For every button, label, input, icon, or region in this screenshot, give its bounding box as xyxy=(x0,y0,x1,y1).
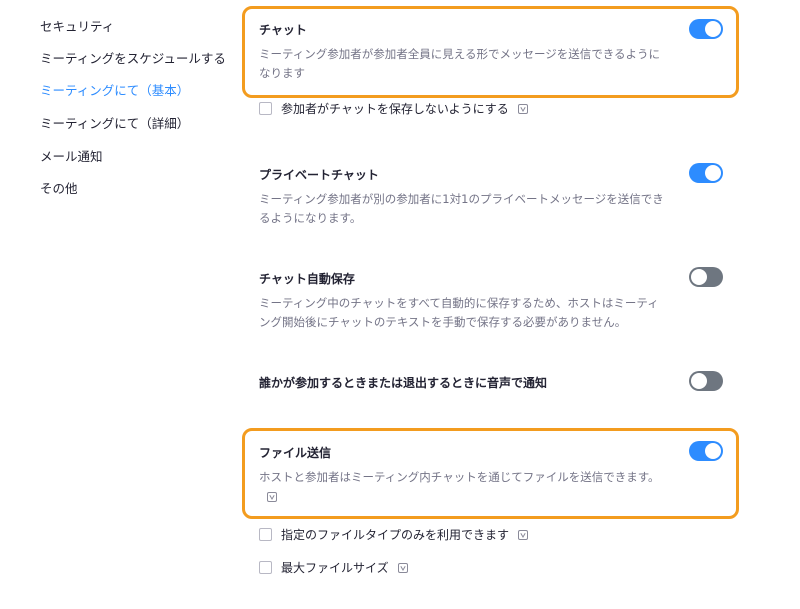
auto-save-chat-title: チャット自動保存 xyxy=(259,272,355,286)
lock-icon[interactable] xyxy=(517,103,528,114)
file-transfer-title: ファイル送信 xyxy=(259,446,332,460)
private-chat-title: プライベートチャット xyxy=(259,168,379,182)
max-file-size-checkbox[interactable] xyxy=(259,561,272,574)
lock-icon[interactable] xyxy=(518,529,529,540)
chat-toggle[interactable] xyxy=(689,19,723,39)
lock-icon[interactable] xyxy=(397,562,408,573)
toggle-knob xyxy=(705,165,721,181)
auto-save-chat-description: ミーティング中のチャットをすべて自動的に保存するため、ホストはミーティング開始後… xyxy=(259,296,659,329)
file-types-checkbox[interactable] xyxy=(259,528,272,541)
sound-notification-toggle[interactable] xyxy=(689,371,723,391)
auto-save-chat-toggle[interactable] xyxy=(689,267,723,287)
max-file-size-label: 最大ファイルサイズ xyxy=(281,561,389,575)
lock-icon[interactable] xyxy=(267,491,277,502)
prevent-save-chat-label: 参加者がチャットを保存しないようにする xyxy=(281,102,509,116)
toggle-knob xyxy=(705,443,721,459)
file-transfer-setting: ファイル送信 ホストと参加者はミーティング内チャットを通じてファイルを送信できま… xyxy=(259,444,669,506)
toggle-knob xyxy=(691,373,707,389)
toggle-knob xyxy=(691,269,707,285)
private-chat-setting: プライベートチャット ミーティング参加者が別の参加者に1対1のプライベートメッセ… xyxy=(259,166,669,228)
file-types-label: 指定のファイルタイプのみを利用できます xyxy=(281,528,510,542)
file-transfer-description: ホストと参加者はミーティング内チャットを通じてファイルを送信できます。 xyxy=(259,470,660,484)
file-transfer-option-file-types: 指定のファイルタイプのみを利用できます xyxy=(259,526,529,543)
chat-description: ミーティング参加者が参加者全員に見える形でメッセージを送信できるようになります xyxy=(259,47,661,80)
sidebar-item-security[interactable]: セキュリティ xyxy=(40,16,114,35)
sound-notification-setting: 誰かが参加するときまたは退出するときに音声で通知 xyxy=(259,374,669,391)
prevent-save-chat-checkbox[interactable] xyxy=(259,102,272,115)
toggle-knob xyxy=(705,21,721,37)
file-transfer-description-wrap: ホストと参加者はミーティング内チャットを通じてファイルを送信できます。 xyxy=(259,468,669,506)
private-chat-description: ミーティング参加者が別の参加者に1対1のプライベートメッセージを送信できるように… xyxy=(259,192,664,225)
file-transfer-option-max-size: 最大ファイルサイズ xyxy=(259,559,408,576)
chat-setting: チャット ミーティング参加者が参加者全員に見える形でメッセージを送信できるように… xyxy=(259,21,669,83)
file-transfer-toggle[interactable] xyxy=(689,441,723,461)
sidebar-item-in-meeting-basic[interactable]: ミーティングにて（基本） xyxy=(40,80,189,99)
private-chat-toggle[interactable] xyxy=(689,163,723,183)
sidebar-item-other[interactable]: その他 xyxy=(40,178,78,197)
chat-title: チャット xyxy=(259,23,307,37)
sidebar-item-in-meeting-advanced[interactable]: ミーティングにて（詳細） xyxy=(40,113,189,132)
chat-option-prevent-save: 参加者がチャットを保存しないようにする xyxy=(259,100,528,117)
sidebar-item-schedule-meeting[interactable]: ミーティングをスケジュールする xyxy=(40,48,226,67)
auto-save-chat-setting: チャット自動保存 ミーティング中のチャットをすべて自動的に保存するため、ホストは… xyxy=(259,270,669,332)
sound-notification-title: 誰かが参加するときまたは退出するときに音声で通知 xyxy=(259,376,548,390)
sidebar-item-email-notification[interactable]: メール通知 xyxy=(40,146,103,165)
